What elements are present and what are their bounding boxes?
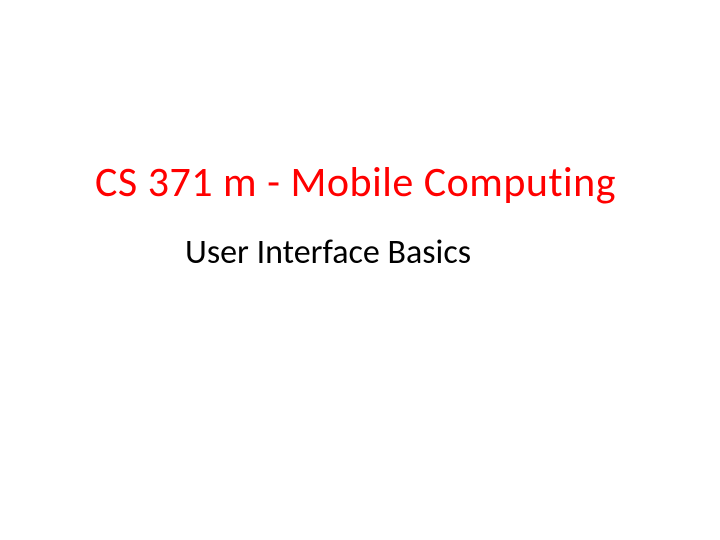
slide-container: CS 371 m - Mobile Computing User Interfa… <box>0 0 720 540</box>
slide-title: CS 371 m - Mobile Computing <box>95 160 660 206</box>
slide-subtitle: User Interface Basics <box>95 234 660 271</box>
